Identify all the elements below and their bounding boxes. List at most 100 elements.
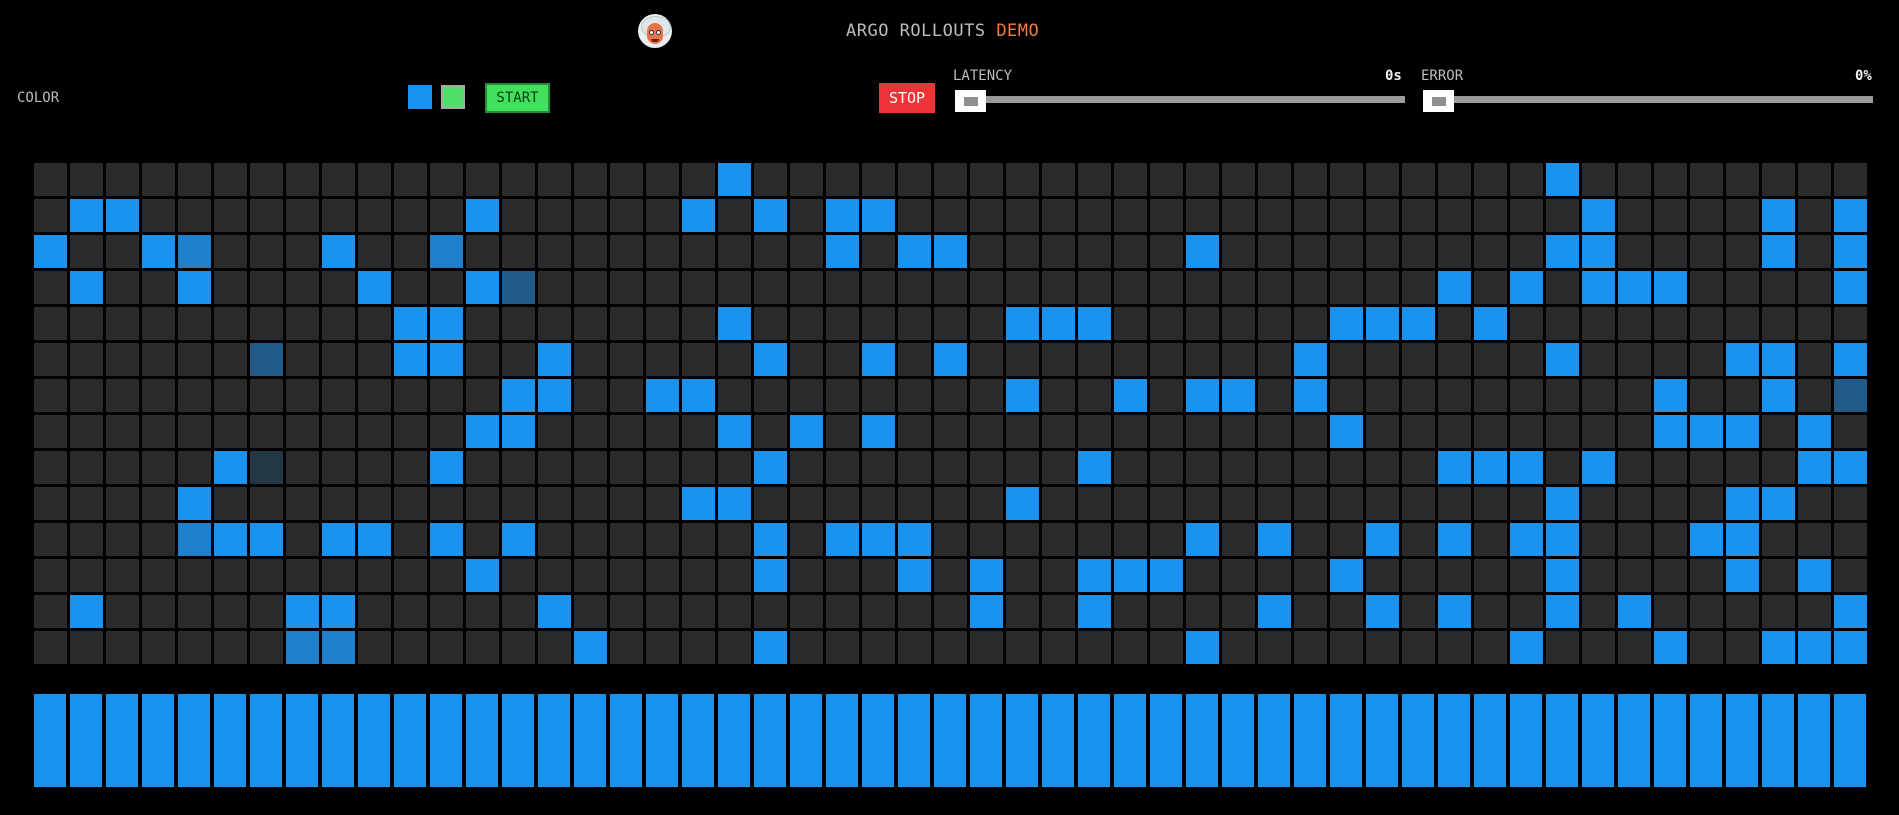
grid-cell [142, 163, 175, 196]
grid-cell-active [1330, 415, 1363, 448]
grid-cell [1258, 235, 1291, 268]
grid-cell [1330, 379, 1363, 412]
grid-cell-active [1510, 631, 1543, 664]
grid-cell-active [754, 559, 787, 592]
grid-cell [394, 523, 427, 556]
error-slider-handle[interactable] [1423, 90, 1454, 112]
grid-cell-active [1762, 235, 1795, 268]
grid-cell-active [682, 487, 715, 520]
grid-cell-active [358, 523, 391, 556]
grid-cell [1762, 523, 1795, 556]
grid-cell [1186, 163, 1219, 196]
grid-cell [1078, 199, 1111, 232]
grid-cell-active [106, 199, 139, 232]
grid-cell [1294, 559, 1327, 592]
grid-cell [1366, 487, 1399, 520]
grid-cell [1258, 451, 1291, 484]
grid-cell-active [790, 415, 823, 448]
grid-cell [1222, 595, 1255, 628]
grid-cell-active [1294, 343, 1327, 376]
grid-cell [934, 379, 967, 412]
grid-cell [466, 523, 499, 556]
grid-cell [430, 595, 463, 628]
grid-cell [322, 343, 355, 376]
color-bar [862, 694, 894, 787]
grid-cell [610, 235, 643, 268]
color-swatch-green[interactable] [441, 85, 465, 109]
grid-cell [1654, 487, 1687, 520]
grid-cell [394, 415, 427, 448]
grid-cell [178, 451, 211, 484]
grid-cell [1330, 595, 1363, 628]
grid-cell [1258, 559, 1291, 592]
grid-cell-active [1006, 379, 1039, 412]
grid-cell [1546, 631, 1579, 664]
grid-cell [1690, 595, 1723, 628]
grid-cell-active [862, 343, 895, 376]
grid-cell-active [1438, 451, 1471, 484]
latency-slider-handle[interactable] [955, 90, 986, 112]
grid-cell [214, 343, 247, 376]
grid-cell [1366, 343, 1399, 376]
grid-cell [934, 595, 967, 628]
color-bar [70, 694, 102, 787]
color-label: COLOR [17, 90, 60, 106]
color-swatch-blue[interactable] [408, 85, 432, 109]
grid-cell-active [1546, 487, 1579, 520]
grid-cell [1762, 451, 1795, 484]
grid-cell-active [286, 631, 319, 664]
grid-cell [826, 163, 859, 196]
grid-cell [574, 379, 607, 412]
grid-cell [1258, 271, 1291, 304]
grid-cell [610, 487, 643, 520]
grid-cell [790, 595, 823, 628]
grid-cell-active [430, 235, 463, 268]
latency-slider-track[interactable] [956, 96, 1405, 103]
grid-cell [1618, 415, 1651, 448]
grid-cell [1150, 379, 1183, 412]
grid-cell [178, 631, 211, 664]
grid-cell [430, 631, 463, 664]
grid-cell [1546, 307, 1579, 340]
grid-cell-active [358, 271, 391, 304]
error-slider-track[interactable] [1424, 96, 1873, 103]
grid-cell [502, 559, 535, 592]
grid-cell [1402, 523, 1435, 556]
grid-cell [34, 415, 67, 448]
grid-cell [610, 379, 643, 412]
grid-cell [142, 415, 175, 448]
grid-cell [1150, 271, 1183, 304]
grid-cell [1474, 271, 1507, 304]
grid-cell [1078, 631, 1111, 664]
grid-cell [646, 451, 679, 484]
grid-cell [1834, 307, 1867, 340]
start-button[interactable]: START [485, 83, 550, 113]
grid-cell [34, 307, 67, 340]
grid-cell [1726, 631, 1759, 664]
grid-cell [1258, 343, 1291, 376]
grid-cell [142, 559, 175, 592]
grid-cell-active [826, 523, 859, 556]
grid-cell-active [1366, 523, 1399, 556]
grid-cell [610, 559, 643, 592]
grid-cell-active [1078, 559, 1111, 592]
grid-cell [358, 595, 391, 628]
grid-cell [646, 595, 679, 628]
grid-cell [1366, 451, 1399, 484]
color-bar [358, 694, 390, 787]
grid-cell-active [1330, 307, 1363, 340]
grid-cell [1294, 631, 1327, 664]
grid-cell [970, 379, 1003, 412]
grid-cell [574, 595, 607, 628]
color-bar [1186, 694, 1218, 787]
grid-cell-active [502, 271, 535, 304]
grid-cell [502, 235, 535, 268]
grid-cell [70, 487, 103, 520]
grid-cell [610, 595, 643, 628]
grid-cell [358, 415, 391, 448]
grid-cell [1474, 523, 1507, 556]
grid-cell [214, 559, 247, 592]
grid-cell [1006, 631, 1039, 664]
grid-cell [970, 523, 1003, 556]
stop-button[interactable]: STOP [879, 83, 935, 113]
